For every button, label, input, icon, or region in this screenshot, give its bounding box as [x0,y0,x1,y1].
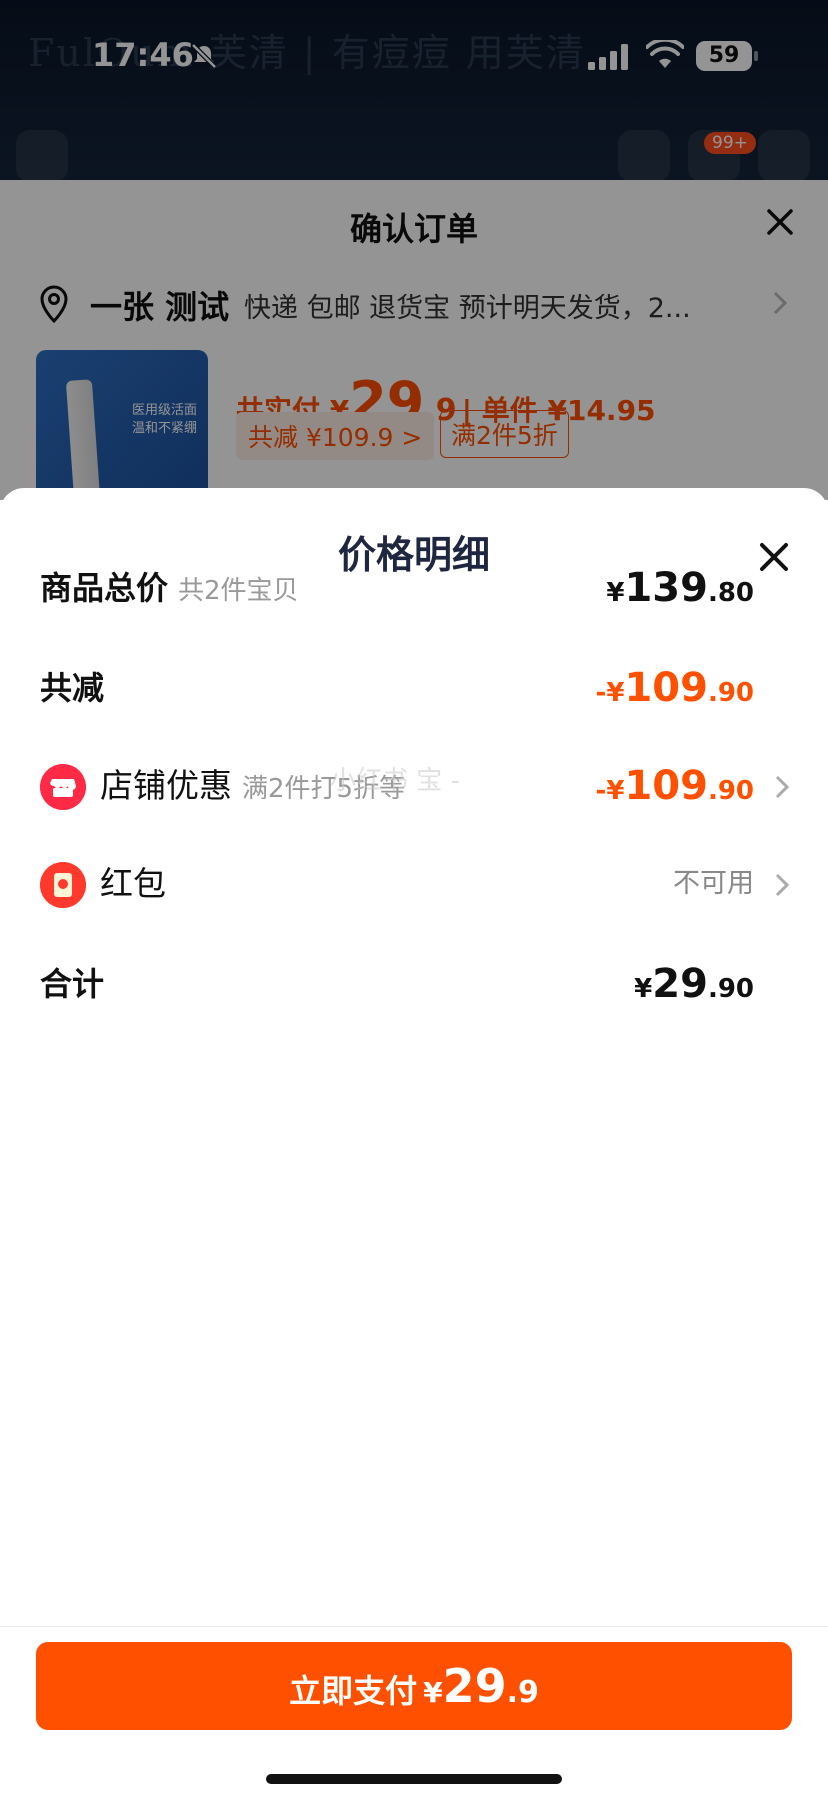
shop-discount-amount: -¥109.90 [595,763,754,809]
sum-amount: ¥29.90 [634,961,754,1007]
reduction-amount: -¥109.90 [595,665,754,711]
item-total-label: 商品总价 共2件宝贝 [40,569,299,607]
footer-divider [0,1626,828,1627]
row-total-reduction: 共减 -¥109.90 [40,658,796,718]
hongbao-status: 不可用 [673,868,754,899]
hongbao-label: 红包 [100,864,166,903]
row-item-total: 商品总价 共2件宝贝 ¥139.80 [40,558,796,618]
reduction-label: 共减 [40,669,105,707]
shop-icon [40,764,86,810]
watermark: 小红书 宝 - [330,766,460,796]
dim-overlay [0,0,828,500]
item-count: 共2件宝贝 [178,576,299,606]
sum-label: 合计 [40,965,105,1003]
pay-now-button[interactable]: 立即支付 ¥29.9 [36,1642,792,1730]
row-hongbao[interactable]: 红包 不可用 [40,854,796,914]
price-detail-modal: 价格明细 商品总价 共2件宝贝 ¥139.80 共减 -¥109.90 店铺优惠满… [0,488,828,1795]
row-sum: 合计 ¥29.90 [40,954,796,1014]
chevron-right-icon [775,775,790,799]
home-indicator [266,1774,562,1784]
chevron-right-icon [775,873,790,897]
item-total-amount: ¥139.80 [606,565,754,611]
red-packet-icon [40,862,86,908]
